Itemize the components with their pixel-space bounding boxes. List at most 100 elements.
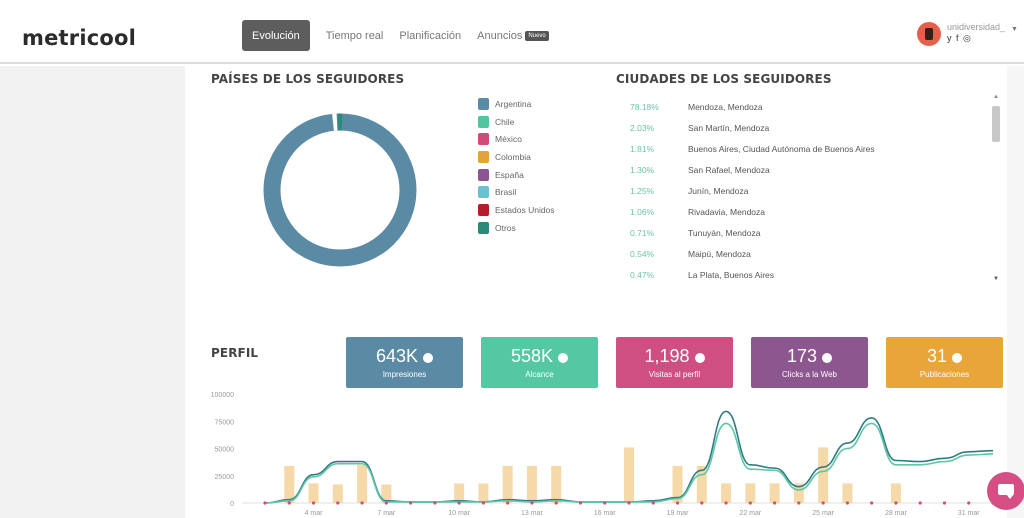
card-clicks-web[interactable]: 173 Clicks a la Web xyxy=(751,337,868,388)
logo[interactable]: metricool xyxy=(22,26,136,50)
main-nav: Evolución Tiempo real Planificación Anun… xyxy=(242,20,565,51)
chart-bar xyxy=(478,483,489,503)
card-label: Impresiones xyxy=(382,370,427,379)
chart-bar xyxy=(745,483,756,503)
card-impresiones[interactable]: 643K Impresiones xyxy=(346,337,463,388)
card-value: 31 xyxy=(926,346,948,366)
list-item: 1.81% Buenos Aires, Ciudad Autónoma de Bu… xyxy=(630,143,875,154)
data-point xyxy=(651,501,655,505)
y-tick-label: 0 xyxy=(230,501,234,508)
arrow-up-icon xyxy=(952,352,963,363)
chart-bar xyxy=(332,484,343,503)
avatar[interactable] xyxy=(917,22,941,46)
countries-title: PAÍSES DE LOS SEGUIDORES xyxy=(211,72,405,86)
perfil-title: PERFIL xyxy=(211,346,259,360)
cities-title: CIUDADES DE LOS SEGUIDORES xyxy=(616,72,832,86)
header: metricool Evolución Tiempo real Planific… xyxy=(0,0,1024,64)
x-tick-label: 16 mar xyxy=(594,510,616,517)
legend-item-chile[interactable]: Chile xyxy=(478,113,555,131)
list-item: 2.03% San Martín, Mendoza xyxy=(630,122,770,133)
data-point xyxy=(773,501,777,505)
data-point xyxy=(506,501,510,505)
data-point xyxy=(433,501,437,505)
card-value: 173 xyxy=(786,346,818,366)
arrow-down-icon xyxy=(822,352,833,363)
user-menu[interactable]: unidiversidad_ y f ◎ ▼ xyxy=(917,22,1018,46)
arrow-down-icon xyxy=(694,352,705,363)
tab-planificacion[interactable]: Planificación xyxy=(399,20,461,51)
legend-item-colombia[interactable]: Colombia xyxy=(478,148,555,166)
user-name: unidiversidad_ xyxy=(947,22,1006,32)
chart-bar xyxy=(284,465,295,503)
data-point xyxy=(409,501,413,505)
data-point xyxy=(311,501,316,505)
chevron-down-icon[interactable]: ▼ xyxy=(1011,26,1018,33)
legend-item-espana[interactable]: España xyxy=(478,166,555,184)
data-point xyxy=(554,501,558,505)
x-tick-label: 28 mar xyxy=(885,510,907,517)
list-item: 0.47% La Plata, Buenos Aires xyxy=(630,270,775,281)
list-item: 78.18% Mendoza, Mendoza xyxy=(630,101,763,112)
data-point xyxy=(870,501,874,505)
data-point xyxy=(748,501,752,505)
data-point xyxy=(481,501,485,505)
scrollbar-thumb[interactable] xyxy=(992,106,1000,142)
chart-bar xyxy=(842,483,853,503)
x-tick-label: 4 mar xyxy=(305,510,324,517)
data-point xyxy=(530,501,534,505)
data-point xyxy=(845,501,850,505)
chart-bar xyxy=(721,483,732,503)
metric-cards: 643K Impresiones 558K Alcance 1,198 Visi… xyxy=(346,337,1021,388)
card-value: 558K xyxy=(510,346,554,366)
y-tick-label: 75000 xyxy=(215,419,235,426)
data-point xyxy=(287,501,291,505)
data-point xyxy=(942,501,947,505)
legend-item-mexico[interactable]: México xyxy=(478,130,555,148)
scroll-down-icon[interactable]: ▼ xyxy=(993,276,999,282)
arrow-down-icon xyxy=(423,352,434,363)
legend-item-estados-unidos[interactable]: Estados Unidos xyxy=(478,201,555,219)
x-tick-label: 22 mar xyxy=(739,510,761,517)
tab-anuncios[interactable]: Anuncios Nuevo xyxy=(477,20,549,51)
card-label: Visitas al perfil xyxy=(648,370,701,379)
data-point xyxy=(336,501,340,505)
list-item: 1.06% Rivadavia, Mendoza xyxy=(630,207,766,218)
chart-bar xyxy=(769,483,780,503)
data-point xyxy=(457,501,461,505)
cities-list: 78.18% Mendoza, Mendoza 2.03% San Martín, … xyxy=(630,96,990,286)
x-tick-label: 31 mar xyxy=(958,510,980,517)
legend-item-brasil[interactable]: Brasil xyxy=(478,183,555,201)
sidebar xyxy=(0,66,185,518)
legend-item-argentina[interactable]: Argentina xyxy=(478,95,555,113)
card-publicaciones[interactable]: 31 Publicaciones xyxy=(886,337,1003,388)
y-tick-label: 50000 xyxy=(215,447,235,454)
list-item: 1.25% Junín, Mendoza xyxy=(630,185,749,196)
list-item: 0.71% Tunuyán, Mendoza xyxy=(630,228,761,239)
arrow-down-icon xyxy=(558,352,569,363)
data-point xyxy=(797,501,801,505)
list-item: 0.54% Maipú, Mendoza xyxy=(630,249,751,260)
chart-bar xyxy=(818,447,829,503)
chat-button[interactable] xyxy=(987,472,1024,510)
data-point xyxy=(724,501,728,505)
data-point xyxy=(918,501,922,505)
chart-bar xyxy=(502,465,513,503)
chat-bubble-icon xyxy=(998,484,1014,499)
data-point xyxy=(578,501,583,505)
card-alcance[interactable]: 558K Alcance xyxy=(481,337,598,388)
tab-tiempo-real[interactable]: Tiempo real xyxy=(326,20,384,51)
countries-donut-chart xyxy=(263,113,417,267)
card-label: Clicks a la Web xyxy=(782,370,837,379)
tab-evolucion[interactable]: Evolución xyxy=(242,20,310,51)
chart-bar xyxy=(551,465,562,503)
chart-bar xyxy=(624,447,634,503)
card-visitas-perfil[interactable]: 1,198 Visitas al perfil xyxy=(616,337,733,388)
cities-scrollbar[interactable]: ▲ ▼ xyxy=(990,92,1002,288)
x-tick-label: 7 mar xyxy=(377,510,396,517)
data-point xyxy=(603,501,607,505)
x-tick-label: 25 mar xyxy=(812,510,834,517)
scroll-up-icon[interactable]: ▲ xyxy=(993,94,999,100)
card-value: 643K xyxy=(375,346,419,366)
social-network-icons: y f ◎ xyxy=(947,33,972,43)
legend-item-otros[interactable]: Otros xyxy=(478,219,555,237)
